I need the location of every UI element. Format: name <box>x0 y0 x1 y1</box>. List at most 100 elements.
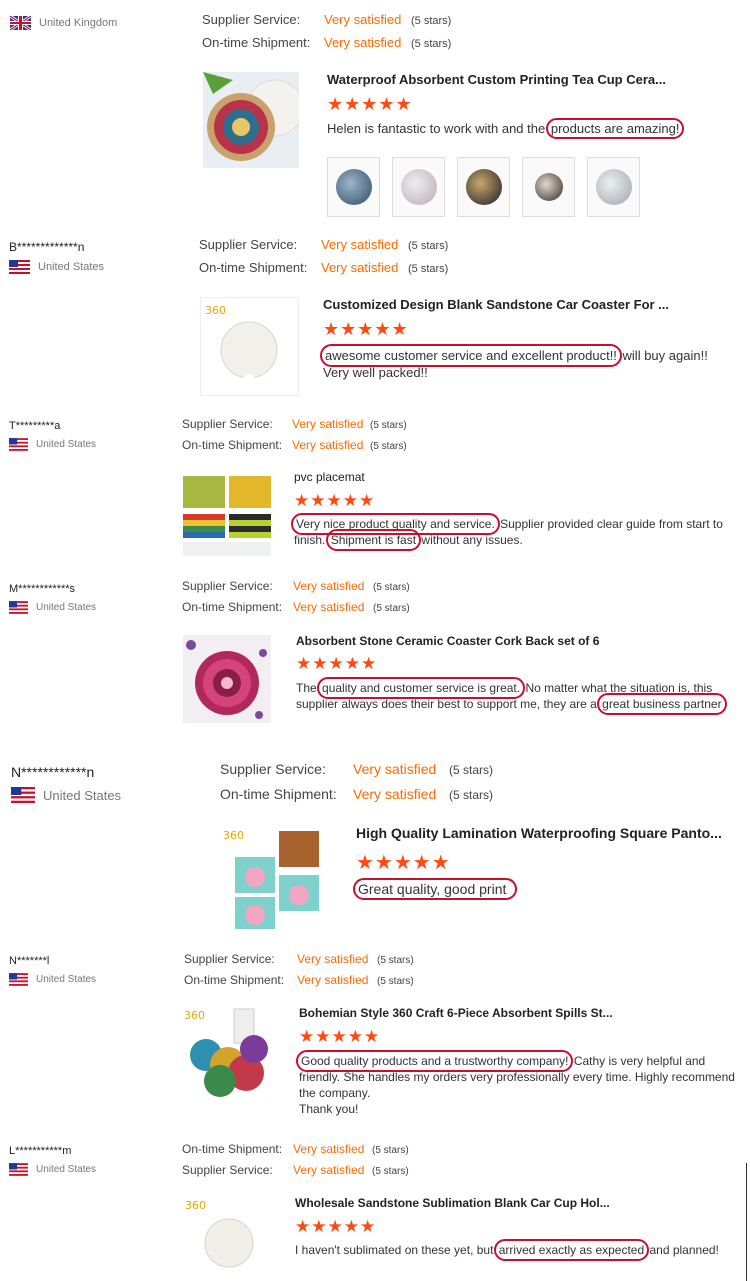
review-text-part: I haven't sublimated on these yet, but <box>295 1243 497 1257</box>
country-label: United States <box>36 439 97 450</box>
country-label: United States <box>38 261 105 273</box>
highlighted-phrase: Very nice product quality and service. <box>291 513 500 535</box>
uk-flag-icon <box>10 16 31 30</box>
rating-value: Very satisfied <box>321 260 399 275</box>
reviewer-country: United States <box>11 787 121 803</box>
country-label: United States <box>43 787 122 803</box>
shipment-label: On-time Shipment: <box>202 35 311 50</box>
product-thumbnail[interactable]: 360 <box>221 825 327 931</box>
highlighted-phrase: quality and customer service is great. <box>317 677 526 699</box>
review-text: I haven't sublimated on these yet, but a… <box>295 1239 735 1261</box>
shipment-label: On-time Shipment: <box>220 786 337 802</box>
coaster-image <box>186 640 267 719</box>
ratings-block: On-time Shipment: Very satisfied (5 stars)… <box>182 1142 409 1184</box>
star-rating: ★★★★★ <box>296 654 378 673</box>
gallery-image[interactable] <box>522 157 575 217</box>
reviewer-info: N*******l United States <box>9 955 96 986</box>
product-thumbnail[interactable]: 360 <box>184 1005 274 1100</box>
highlighted-phrase: great business partner <box>597 693 727 715</box>
highlighted-phrase: Good quality products and a trustworthy … <box>295 1050 574 1072</box>
reviewer-name: T*********a <box>9 420 61 432</box>
supplier-service-label: Supplier Service: <box>184 952 275 966</box>
review-text-part: Thank you! <box>299 1102 359 1116</box>
rating-stars-text: (5 stars) <box>377 976 414 987</box>
rating-stars-text: (5 stars) <box>373 582 410 593</box>
reviewer-country: United States <box>9 973 96 986</box>
review-text: Great quality, good print <box>352 878 736 900</box>
rating-value: Very satisfied <box>324 12 402 27</box>
rating-value: Very satisfied <box>293 579 365 593</box>
product-thumbnail[interactable] <box>183 635 271 723</box>
us-flag-icon <box>9 260 30 274</box>
rating-value: Very satisfied <box>293 1142 365 1156</box>
product-title[interactable]: pvc placemat <box>294 470 365 484</box>
reviewer-country: United States <box>9 601 96 614</box>
product-title[interactable]: Wholesale Sandstone Sublimation Blank Ca… <box>295 1196 610 1210</box>
product-title[interactable]: Customized Design Blank Sandstone Car Co… <box>323 297 669 312</box>
rating-stars-text: (5 stars) <box>372 1166 409 1177</box>
rating-value: Very satisfied <box>292 417 364 431</box>
ratings-block: Supplier Service: Very satisfied (5 stars)… <box>220 761 493 811</box>
rating-stars-text: (5 stars) <box>372 1145 409 1156</box>
coaster-image: 360 <box>205 304 278 386</box>
review-image-gallery <box>327 157 640 217</box>
shipment-label: On-time Shipment: <box>199 260 308 275</box>
coaster-image: 360 <box>223 829 319 929</box>
rating-value: Very satisfied <box>353 761 437 777</box>
star-rating: ★★★★★ <box>295 1217 377 1236</box>
svg-text:360: 360 <box>184 1009 205 1022</box>
reviewer-info: United Kingdom <box>10 16 117 30</box>
shipment-label: On-time Shipment: <box>184 973 285 987</box>
gallery-image[interactable] <box>327 157 380 217</box>
supplier-service-label: Supplier Service: <box>182 579 273 593</box>
us-flag-icon <box>9 438 28 451</box>
product-thumbnail[interactable]: 360 <box>200 297 299 396</box>
rating-value: Very satisfied <box>324 35 402 50</box>
rating-stars-text: (5 stars) <box>449 788 494 802</box>
rating-value: Very satisfied <box>293 600 365 614</box>
supplier-service-label: Supplier Service: <box>220 761 326 777</box>
highlighted-phrase: arrived exactly as expected <box>493 1239 650 1261</box>
highlighted-phrase: awesome customer service and excellent p… <box>320 344 622 367</box>
review-text-part: Helen is fantastic to work with and the <box>327 121 549 136</box>
coaster-image <box>203 72 299 161</box>
reviewer-country: United States <box>9 260 104 274</box>
review-text: awesome customer service and excellent p… <box>320 344 723 381</box>
supplier-service-label: Supplier Service: <box>199 237 298 252</box>
scrollbar-edge <box>746 1163 747 1281</box>
reviewer-info: N************n United States <box>11 764 121 803</box>
highlighted-phrase: Shipment is fast <box>325 529 422 551</box>
svg-text:360: 360 <box>185 1199 206 1212</box>
reviewer-info: L***********m United States <box>9 1145 96 1176</box>
gallery-image[interactable] <box>457 157 510 217</box>
rating-value: Very satisfied <box>353 786 437 802</box>
review-text: The quality and customer service is grea… <box>296 677 728 715</box>
ratings-block: Supplier Service: Very satisfied (5 stars)… <box>182 417 407 459</box>
product-title[interactable]: Absorbent Stone Ceramic Coaster Cork Bac… <box>296 634 599 648</box>
us-flag-icon <box>9 1163 28 1176</box>
rating-stars-text: (5 stars) <box>377 955 414 966</box>
us-flag-icon <box>9 601 28 614</box>
product-thumbnail[interactable] <box>183 472 271 560</box>
product-title[interactable]: Waterproof Absorbent Custom Printing Tea… <box>327 72 666 87</box>
us-flag-icon <box>9 973 28 986</box>
reviewer-info: M************s United States <box>9 583 96 614</box>
rating-stars-text: (5 stars) <box>370 441 407 452</box>
product-title[interactable]: High Quality Lamination Waterproofing Sq… <box>356 825 722 841</box>
reviewer-name: B*************n <box>9 240 85 254</box>
ratings-block: Supplier Service: Very satisfied (5 stars)… <box>202 12 451 58</box>
country-label: United Kingdom <box>39 17 118 29</box>
product-thumbnail[interactable] <box>203 72 299 168</box>
gallery-image[interactable] <box>587 157 640 217</box>
product-title[interactable]: Bohemian Style 360 Craft 6-Piece Absorbe… <box>299 1006 613 1020</box>
rating-stars-text: (5 stars) <box>408 240 449 252</box>
rating-stars-text: (5 stars) <box>373 603 410 614</box>
country-label: United States <box>36 974 97 985</box>
reviewer-country: United Kingdom <box>10 16 117 30</box>
svg-text:360: 360 <box>223 829 244 842</box>
product-thumbnail[interactable]: 360 <box>183 1197 273 1277</box>
rating-stars-text: (5 stars) <box>408 263 449 275</box>
supplier-service-label: Supplier Service: <box>182 1163 273 1177</box>
gallery-image[interactable] <box>392 157 445 217</box>
reviewer-country: United States <box>9 1163 96 1176</box>
